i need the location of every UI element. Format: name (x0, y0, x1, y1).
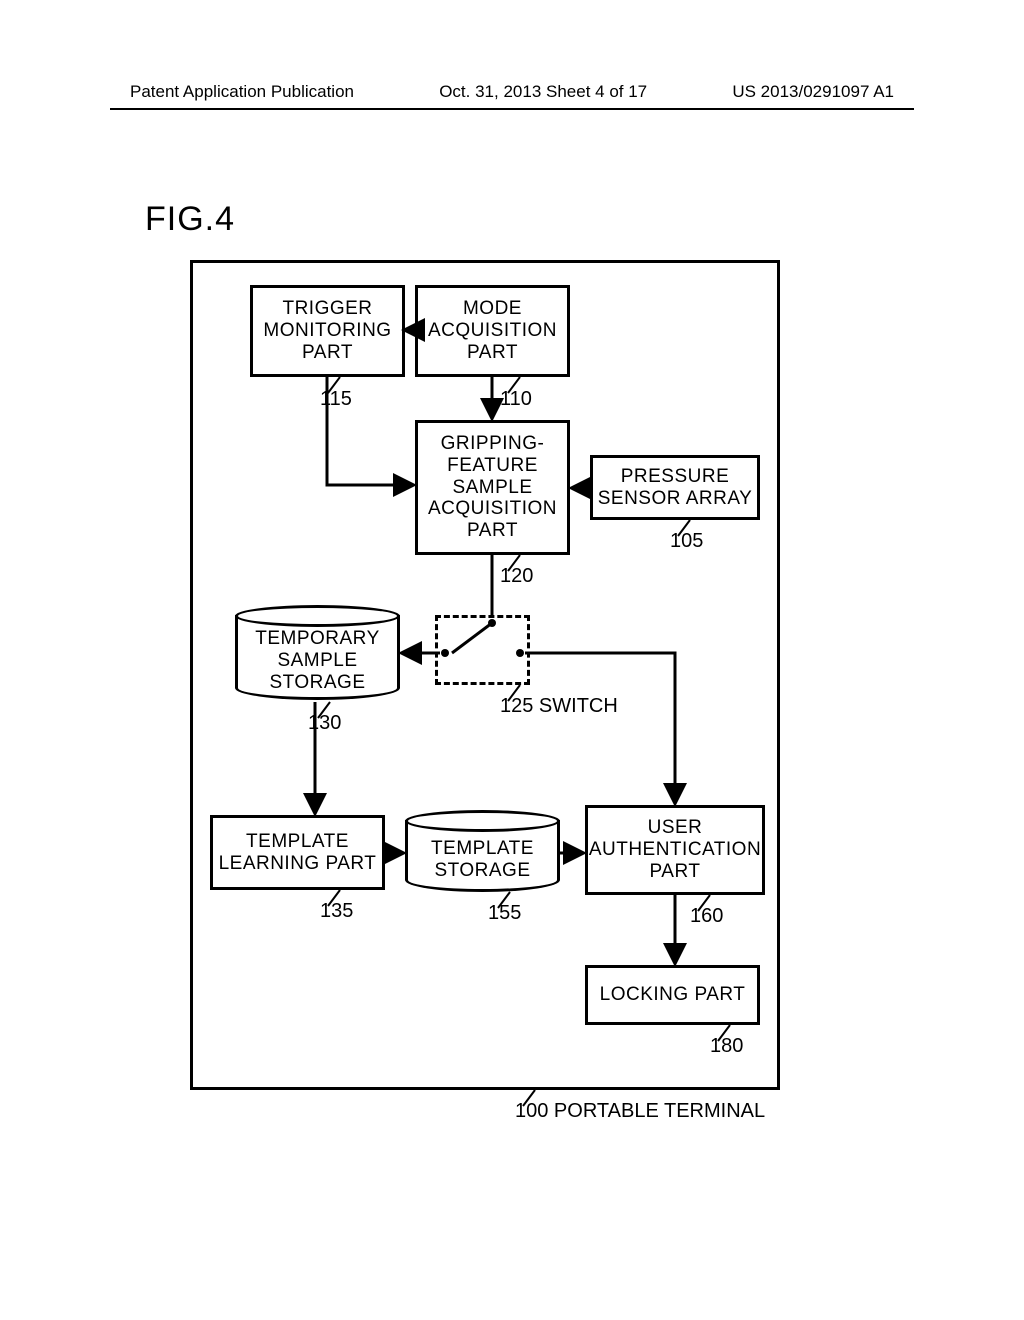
ref-180: 180 (710, 1035, 743, 1058)
header-center: Oct. 31, 2013 Sheet 4 of 17 (439, 82, 647, 102)
ref-105: 105 (670, 530, 703, 553)
header-left: Patent Application Publication (130, 82, 354, 102)
ref-135: 135 (320, 900, 353, 923)
ref-110: 110 (500, 388, 532, 411)
header-divider (110, 108, 914, 110)
figure-label: FIG.4 (145, 200, 235, 239)
page: Patent Application Publication Oct. 31, … (0, 0, 1024, 1320)
ref-130: 130 (308, 712, 341, 735)
connectors (190, 260, 780, 1130)
ref-100: 100 PORTABLE TERMINAL (515, 1100, 765, 1123)
ref-120: 120 (500, 565, 533, 588)
page-header: Patent Application Publication Oct. 31, … (0, 82, 1024, 102)
ref-125-switch: 125 SWITCH (500, 695, 618, 718)
header-right: US 2013/0291097 A1 (732, 82, 894, 102)
ref-155: 155 (488, 902, 521, 925)
ref-115: 115 (320, 388, 352, 411)
ref-160: 160 (690, 905, 723, 928)
diagram-stage: TRIGGERMONITORINGPART MODEACQUISITIONPAR… (190, 260, 780, 1130)
